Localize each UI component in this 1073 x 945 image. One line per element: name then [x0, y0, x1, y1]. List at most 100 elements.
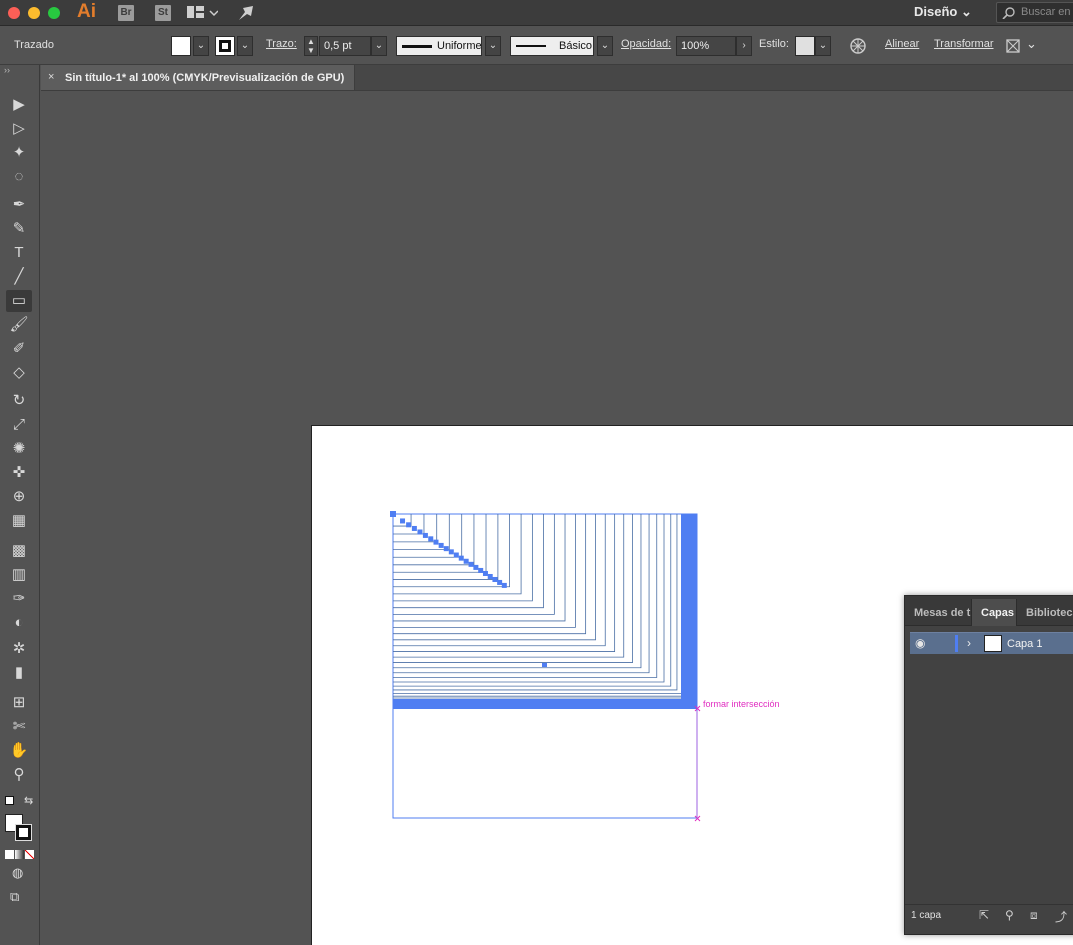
align-link[interactable]: Alinear — [885, 38, 919, 50]
application-bar: Ai Br St Diseño ⌄ Buscar en — [0, 0, 1073, 26]
eyedropper-tool[interactable]: ✑ — [6, 588, 32, 610]
gpu-performance-icon[interactable] — [237, 4, 255, 22]
selection-type-label: Trazado — [14, 39, 54, 51]
close-window-button[interactable] — [8, 7, 20, 19]
symbol-sprayer-tool[interactable]: ✲ — [6, 638, 32, 660]
maximize-window-button[interactable] — [48, 7, 60, 19]
column-graph-tool[interactable]: ▮ — [6, 662, 32, 684]
brush-definition-select[interactable]: Básico — [510, 36, 594, 56]
shaper-tool[interactable]: ✐ — [6, 338, 32, 360]
bridge-button[interactable]: Br — [118, 5, 134, 21]
shape-builder-tool[interactable]: ⊕ — [6, 486, 32, 508]
stroke-color-box[interactable] — [15, 824, 32, 841]
lasso-tool[interactable]: ◌ — [6, 166, 32, 188]
control-bar: Trazado ⌄ ⌄ Trazo: ▲ ▼ 0,5 pt ⌄ Uniforme … — [0, 27, 1073, 65]
layer-row[interactable]: ◉ › Capa 1 — [910, 632, 1073, 654]
smart-guide-label: formar intersección — [703, 699, 780, 709]
minimize-window-button[interactable] — [28, 7, 40, 19]
layer-count: 1 capa — [911, 910, 942, 921]
transform-link[interactable]: Transformar — [934, 38, 994, 50]
curvature-tool[interactable]: ✎ — [6, 218, 32, 240]
gradient-tool[interactable]: ▥ — [6, 564, 32, 586]
magic-wand-tool[interactable]: ✦ — [6, 142, 32, 164]
direct-selection-tool[interactable]: ▷ — [6, 118, 32, 140]
hand-tool[interactable]: ✋ — [6, 740, 32, 762]
collapse-toolbox-icon[interactable]: ›› — [4, 65, 10, 75]
screen-mode-icon[interactable]: ⧉ — [10, 889, 19, 905]
profile-chevron-icon[interactable]: ⌄ — [485, 36, 501, 56]
rectangle-tool[interactable]: ▭ — [6, 290, 32, 312]
stroke-stepper[interactable]: ▲ ▼ — [304, 36, 318, 56]
layer-color-indicator — [955, 635, 958, 652]
new-sublayer-icon[interactable]: ⤴ — [1055, 908, 1067, 925]
recolor-artwork-icon[interactable] — [849, 37, 867, 55]
selection-tool[interactable]: ▶ — [6, 94, 32, 116]
warp-tool[interactable]: ✺ — [6, 438, 32, 460]
brush-chevron-icon[interactable]: ⌄ — [597, 36, 613, 56]
arrange-documents-icon[interactable] — [186, 5, 218, 21]
workspace-label: Diseño — [914, 4, 958, 19]
expand-layer-chevron-icon[interactable]: › — [967, 636, 971, 650]
brush-definition-value: Básico — [559, 40, 593, 52]
search-placeholder: Buscar en — [1021, 6, 1071, 18]
clipping-mask-icon[interactable]: ⧈ — [1030, 908, 1038, 923]
workspace-switcher[interactable]: Diseño ⌄ — [914, 4, 972, 20]
stroke-weight-chevron-icon[interactable]: ⌄ — [371, 36, 387, 56]
stroke-label[interactable]: Trazo: — [266, 38, 297, 50]
none-mode-icon[interactable] — [25, 850, 34, 859]
tab-layers[interactable]: Capas — [971, 599, 1017, 626]
mesh-tool[interactable]: ▩ — [6, 540, 32, 562]
style-label: Estilo: — [759, 38, 789, 50]
graphic-style-swatch[interactable] — [795, 36, 815, 56]
scale-tool[interactable]: ⤢ — [6, 414, 32, 436]
visibility-eye-icon[interactable]: ◉ — [915, 636, 925, 650]
type-tool[interactable]: T — [6, 242, 32, 264]
search-input[interactable]: Buscar en — [996, 2, 1073, 23]
style-chevron-icon[interactable]: ⌄ — [815, 36, 831, 56]
zoom-tool[interactable]: ⚲ — [6, 764, 32, 786]
export-icon[interactable]: ⇱ — [979, 908, 989, 922]
toolbox: ›› ▶ ▷ ✦ ◌ ✒ ✎ T ╱ ▭ 🖌 ✐ ◇ ↻ ⤢ ✺ ✜ ⊕ ▦ ▩ ▥ ✑ ◐ ✲ ▮ ⊞ ✄ ✋ ⚲ ⇆ ◍ ⧉ — [0, 65, 40, 945]
swap-colors-icon[interactable]: ⇆ — [24, 794, 33, 807]
layers-panel: Mesas de t Capas Biblioteca ◉ › Capa 1 1… — [904, 595, 1073, 935]
tab-artboards[interactable]: Mesas de t — [905, 599, 971, 626]
tab-libraries[interactable]: Biblioteca — [1017, 599, 1073, 626]
document-title: Sin título-1* al 100% (CMYK/Previsualiza… — [65, 72, 345, 84]
isolate-object-icon[interactable] — [1004, 37, 1022, 55]
stock-button[interactable]: St — [155, 5, 171, 21]
tab-bar-empty-area — [355, 65, 1073, 91]
artboard-tool[interactable]: ⊞ — [6, 692, 32, 714]
perspective-grid-tool[interactable]: ▦ — [6, 510, 32, 532]
paintbrush-tool[interactable]: 🖌 — [6, 314, 32, 336]
layer-name[interactable]: Capa 1 — [1007, 638, 1042, 650]
gradient-mode-icon[interactable] — [15, 850, 24, 859]
layers-panel-footer: 1 capa ⇱ ⚲ ⧈ ⤴ — [905, 904, 1073, 926]
stroke-dropdown-chevron-icon[interactable]: ⌄ — [237, 36, 253, 56]
layer-thumbnail — [984, 635, 1002, 652]
slice-tool[interactable]: ✄ — [6, 716, 32, 738]
blend-tool[interactable]: ◐ — [6, 612, 32, 634]
default-colors-icon[interactable] — [5, 796, 14, 805]
control-bar-menu-chevron-icon[interactable]: ⌄ — [1026, 36, 1037, 52]
eraser-tool[interactable]: ◇ — [6, 362, 32, 384]
color-mode-icon[interactable] — [5, 850, 14, 859]
puppet-warp-tool[interactable]: ✜ — [6, 462, 32, 484]
document-tab[interactable]: × Sin título-1* al 100% (CMYK/Previsuali… — [41, 65, 355, 91]
fill-dropdown-chevron-icon[interactable]: ⌄ — [193, 36, 209, 56]
line-tool[interactable]: ╱ — [6, 266, 32, 288]
illustrator-window: Ai Br St Diseño ⌄ Buscar en Trazado ⌄ ⌄ — [0, 0, 1073, 945]
rotate-tool[interactable]: ↻ — [6, 390, 32, 412]
close-document-icon[interactable]: × — [48, 71, 54, 83]
drawing-modes-icon[interactable]: ◍ — [12, 865, 23, 881]
fill-swatch[interactable] — [171, 36, 191, 56]
variable-width-profile-select[interactable]: Uniforme — [396, 36, 482, 56]
stroke-weight-field[interactable]: 0,5 pt — [319, 36, 371, 56]
stroke-swatch[interactable] — [215, 36, 235, 56]
app-logo: Ai — [77, 1, 96, 22]
locate-object-icon[interactable]: ⚲ — [1005, 908, 1014, 922]
opacity-chevron-right-icon[interactable]: › — [736, 36, 752, 56]
panel-tab-bar: Mesas de t Capas Biblioteca — [905, 596, 1073, 626]
opacity-field[interactable]: 100% — [676, 36, 736, 56]
opacity-label[interactable]: Opacidad: — [621, 38, 671, 50]
pen-tool[interactable]: ✒ — [6, 194, 32, 216]
